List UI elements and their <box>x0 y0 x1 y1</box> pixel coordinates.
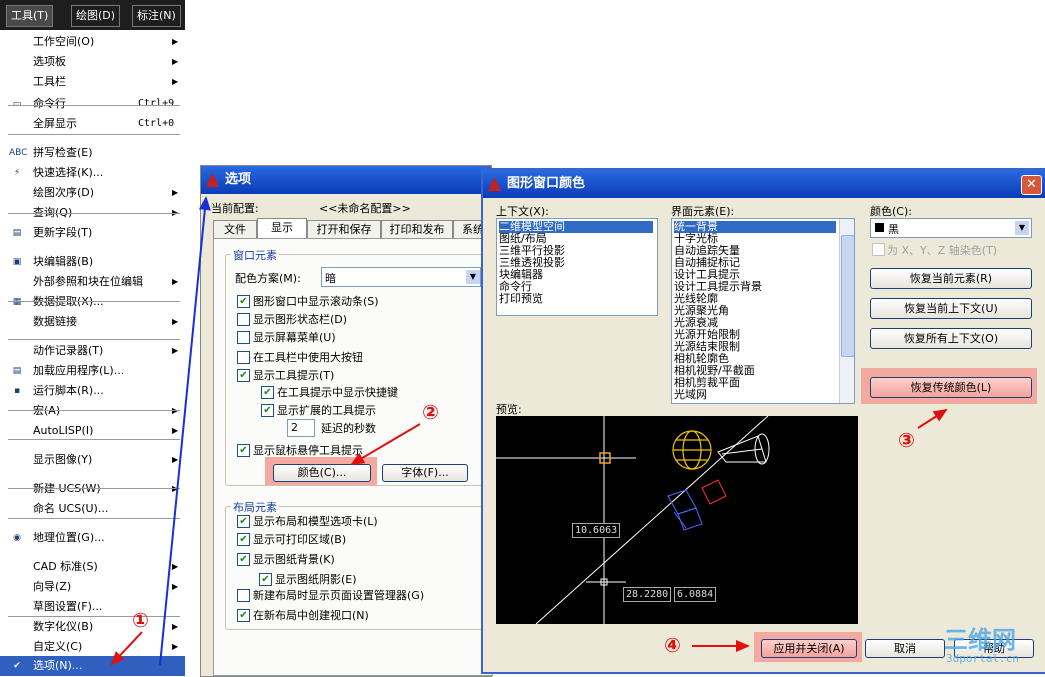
watermark-logo: 三维网 <box>944 626 1016 654</box>
watermark-url: 3dportal.cn <box>946 652 1019 665</box>
annotation-overlay <box>110 196 948 666</box>
step-3-marker: ③ <box>898 428 915 452</box>
step-2-marker: ② <box>422 400 439 424</box>
step-4-marker: ④ <box>664 633 681 657</box>
step-1-marker: ① <box>132 608 149 632</box>
